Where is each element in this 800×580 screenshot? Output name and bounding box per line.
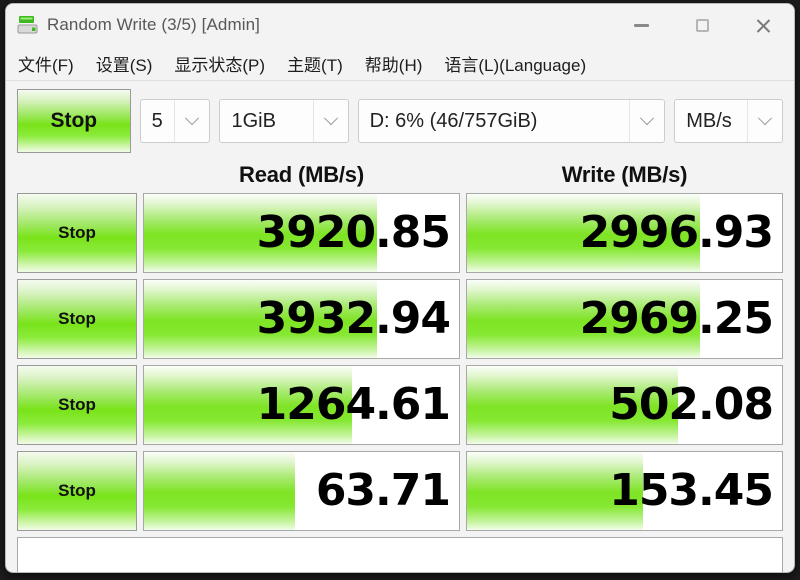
write-cell-3: 502.08 (466, 365, 783, 445)
test-size-value: 1GiB (231, 109, 276, 132)
table-row: Stop 1264.61 502.08 (17, 365, 783, 445)
table-row: Stop 3920.85 2996.93 (17, 193, 783, 273)
window-controls (611, 4, 794, 46)
all-stop-button[interactable]: Stop (17, 89, 131, 153)
toolbar: Stop 5 1GiB D: 6% (46/757GiB) MB/s (17, 89, 783, 153)
results-table: Stop 3920.85 2996.93 Stop 3932.94 2969.2… (17, 193, 783, 531)
menu-bar: 文件(F) 设置(S) 显示状态(P) 主题(T) 帮助(H) 语言(L)(La… (6, 46, 794, 81)
chevron-down-icon (185, 111, 200, 126)
write-cell-1: 2996.93 (466, 193, 783, 273)
read-value-1: 3920.85 (256, 207, 451, 258)
menu-item-language[interactable]: 语言(L)(Language) (444, 51, 586, 76)
crystaldiskmark-window: Random Write (3/5) [Admin] 文件(F) 设置(S) 显… (5, 3, 795, 573)
disk-drive-icon (16, 13, 40, 37)
column-headers: Read (MB/s) Write (MB/s) (17, 159, 783, 191)
row-stop-button-2[interactable]: Stop (17, 279, 137, 359)
test-size-dropdown[interactable]: 1GiB (219, 99, 349, 143)
close-icon (755, 17, 772, 34)
maximize-button[interactable] (672, 4, 733, 46)
read-bar-4 (144, 452, 296, 530)
table-row: Stop 3932.94 2969.25 (17, 279, 783, 359)
unit-value: MB/s (686, 109, 732, 132)
menu-item-theme[interactable]: 主题(T) (287, 51, 343, 76)
read-column-header: Read (MB/s) (239, 162, 364, 187)
minimize-button[interactable] (611, 4, 672, 46)
read-cell-1: 3920.85 (143, 193, 460, 273)
test-count-dropdown[interactable]: 5 (139, 99, 211, 143)
write-value-4: 153.45 (609, 465, 774, 516)
maximize-icon (696, 18, 709, 32)
write-cell-4: 153.45 (466, 451, 783, 531)
chevron-down-icon (757, 111, 773, 126)
unit-dropdown[interactable]: MB/s (674, 99, 783, 143)
menu-item-display-status[interactable]: 显示状态(P) (174, 51, 265, 76)
table-row: Stop 63.71 153.45 (17, 451, 783, 531)
write-cell-2: 2969.25 (466, 279, 783, 359)
chevron-down-icon (640, 111, 655, 126)
test-count-value: 5 (151, 109, 163, 132)
drive-value: D: 6% (46/757GiB) (369, 109, 538, 132)
read-cell-2: 3932.94 (143, 279, 460, 359)
read-cell-3: 1264.61 (143, 365, 460, 445)
write-value-2: 2969.25 (579, 293, 774, 344)
read-cell-4: 63.71 (143, 451, 460, 531)
window-title: Random Write (3/5) [Admin] (47, 15, 260, 34)
row-stop-button-4[interactable]: Stop (17, 451, 137, 531)
minimize-icon (634, 23, 649, 27)
title-bar: Random Write (3/5) [Admin] (6, 4, 794, 46)
drive-dropdown[interactable]: D: 6% (46/757GiB) (357, 99, 666, 143)
menu-item-file[interactable]: 文件(F) (18, 51, 74, 76)
test-size-arrow[interactable] (312, 100, 348, 142)
chevron-down-icon (323, 111, 338, 126)
row-stop-button-3[interactable]: Stop (17, 365, 137, 445)
write-value-3: 502.08 (609, 379, 774, 430)
read-value-2: 3932.94 (256, 293, 451, 344)
status-comment-box[interactable] (17, 537, 783, 572)
row-stop-button-1[interactable]: Stop (17, 193, 137, 273)
write-value-1: 2996.93 (579, 207, 774, 258)
write-column-header: Write (MB/s) (561, 162, 688, 187)
unit-arrow[interactable] (746, 100, 782, 142)
read-value-3: 1264.61 (256, 379, 451, 430)
menu-item-help[interactable]: 帮助(H) (365, 51, 423, 76)
drive-arrow[interactable] (629, 100, 664, 142)
test-count-arrow[interactable] (174, 100, 209, 142)
menu-item-settings[interactable]: 设置(S) (96, 51, 153, 76)
close-button[interactable] (733, 4, 794, 46)
main-content: Stop 5 1GiB D: 6% (46/757GiB) MB/s Read … (6, 81, 794, 572)
read-value-4: 63.71 (315, 465, 451, 516)
